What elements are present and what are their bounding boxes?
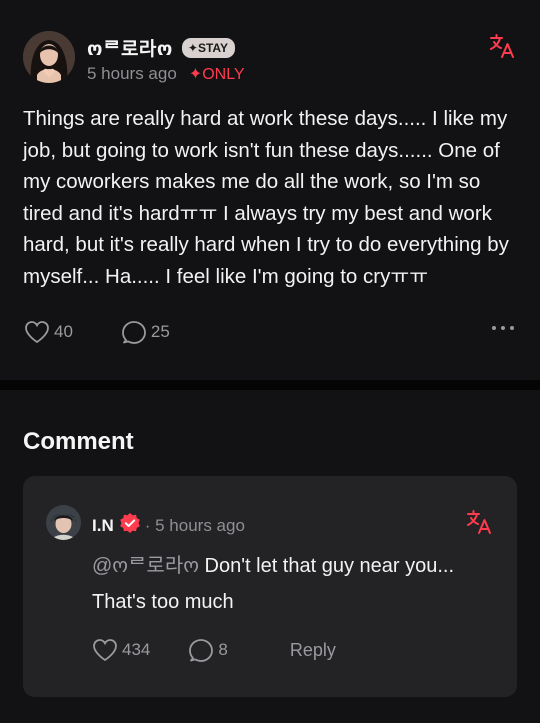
comment-section-heading: Comment [23, 428, 134, 455]
translate-icon[interactable] [489, 33, 515, 59]
reply-button[interactable]: Reply [290, 640, 336, 661]
comment-count: 25 [150, 322, 170, 341]
commenter-avatar[interactable] [46, 505, 81, 540]
section-divider [0, 380, 540, 390]
post-body: Things are really hard at work these day… [23, 107, 509, 288]
like-count: 40 [54, 322, 73, 341]
commenter-name[interactable]: I.N [92, 516, 114, 536]
post: ოᄅ로라ო ✦STAY 5 hours ago ✦ONLY Things are… [0, 0, 540, 380]
comment-replies-button[interactable]: 8 [188, 638, 228, 662]
more-options-button[interactable] [492, 322, 514, 334]
more-dots-icon [492, 326, 496, 330]
post-actions: 40 25 [24, 320, 170, 344]
comment-actions: 434 8 Reply [92, 638, 336, 662]
comment-body: @ოᄅ로라ო Don't let that guy near you... Th… [92, 548, 492, 620]
verified-badge-icon [119, 512, 141, 539]
heart-icon [93, 639, 117, 662]
comment-button[interactable]: 25 [121, 320, 170, 344]
comment-mention[interactable]: @ოᄅ로라ო [92, 555, 199, 577]
author-name[interactable]: ოᄅ로라ო [87, 34, 173, 61]
author-avatar[interactable] [23, 31, 75, 83]
heart-icon [25, 321, 49, 344]
post-meta: 5 hours ago ✦ONLY [87, 64, 245, 84]
comment-translate-icon[interactable] [466, 509, 492, 535]
comment-like-button[interactable]: 434 [92, 638, 150, 662]
comment-like-count: 434 [122, 640, 151, 659]
like-button[interactable]: 40 [24, 320, 73, 344]
comment-reply-count: 8 [218, 640, 228, 659]
only-badge: ✦ONLY [188, 66, 245, 83]
comment-header: I.N · 5 hours ago [92, 512, 245, 539]
comment-card: I.N · 5 hours ago @ოᄅ로라ო Don't let that … [23, 476, 517, 697]
post-time: 5 hours ago [87, 64, 177, 83]
comment-bubble-icon [189, 639, 214, 662]
comment-time: · 5 hours ago [144, 515, 245, 535]
stay-badge: ✦STAY [181, 37, 235, 58]
author-row: ოᄅ로라ო ✦STAY [87, 34, 235, 61]
comment-bubble-icon [122, 321, 146, 344]
